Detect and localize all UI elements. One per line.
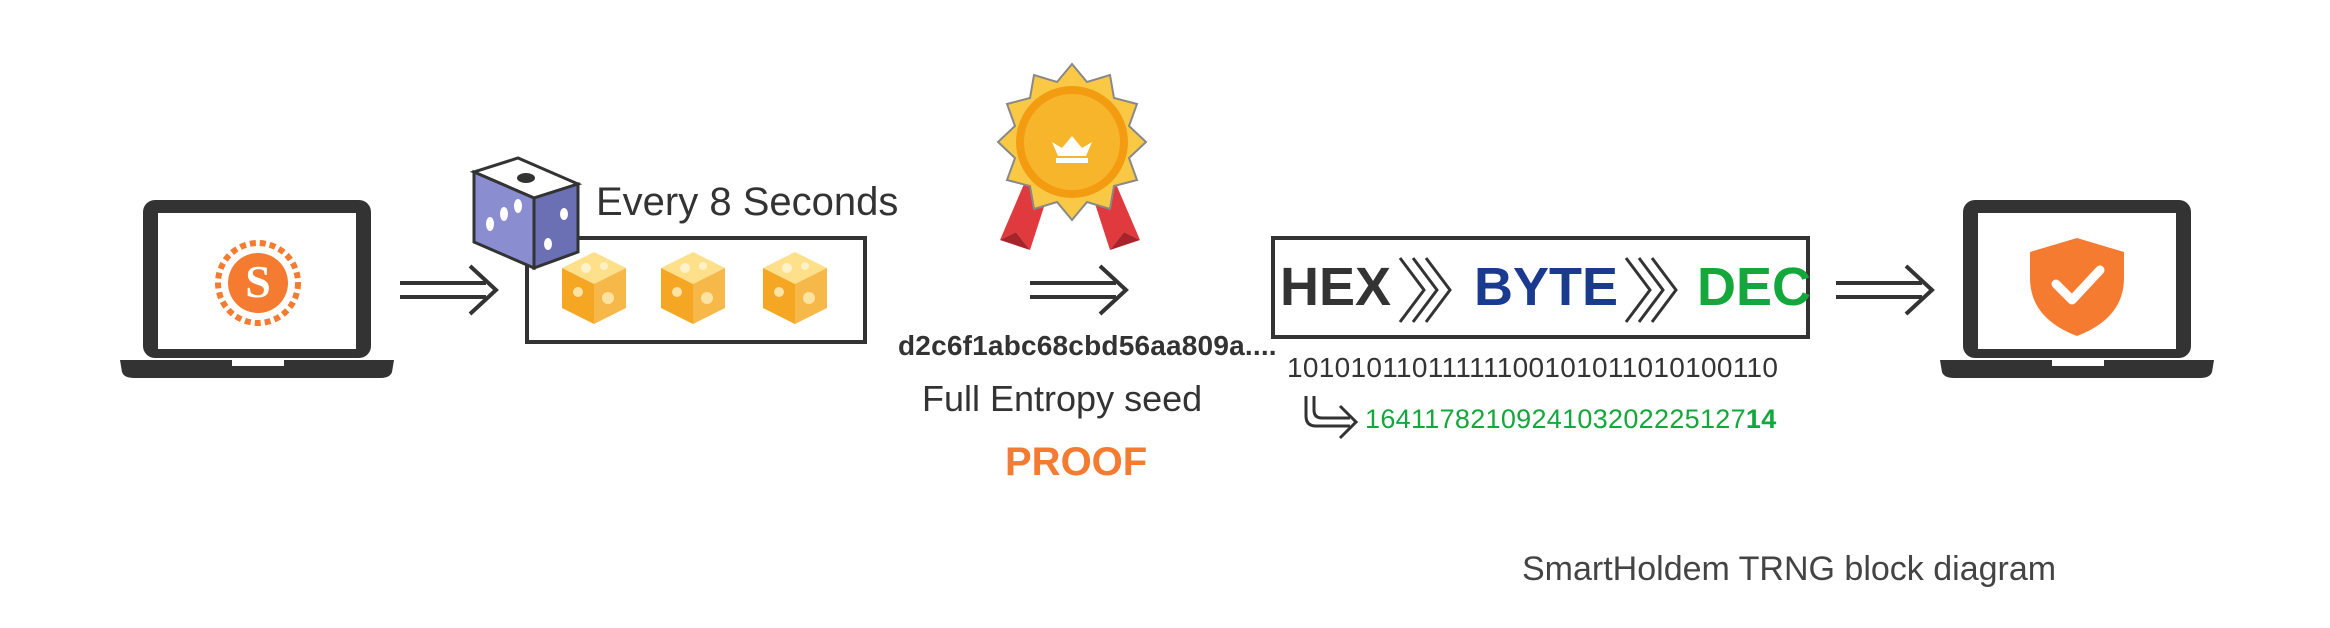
dice-icon [469,156,583,271]
svg-text:S: S [245,256,271,307]
proof-label: PROOF [1005,440,1148,484]
timer-label: Every 8 Seconds [596,180,899,224]
entropy-hash: d2c6f1abc68cbd56aa809a.... [898,330,1277,361]
diagram-canvas: S [120,62,2214,440]
dec-label: DEC [1697,257,1812,317]
award-badge-icon [996,62,1148,250]
chevron-double-icon [1624,257,1678,323]
decimal-bold: 14 [1745,404,1777,434]
block-cube-icon [562,252,626,324]
hex-label: HEX [1280,257,1392,317]
arrow-to-converter [1028,264,1128,316]
diagram-caption: SmartHoldem TRNG block diagram [1522,550,2057,588]
decimal-value: 164117821092410320222512714 [1365,404,1777,435]
chevron-double-icon [1398,257,1452,323]
arrow-to-output [1834,264,1934,316]
seed-label: Full Entropy seed [922,378,1203,419]
hook-arrow-icon [1304,396,1359,440]
block-cube-icon [763,252,827,324]
block-cube-icon [661,252,725,324]
binary-value: 10101011011111100101011010100110 [1287,352,1779,383]
arrow-to-blocks [398,264,498,316]
decimal-main: 1641178210924103202225127 [1365,404,1746,434]
byte-label: BYTE [1474,257,1619,317]
